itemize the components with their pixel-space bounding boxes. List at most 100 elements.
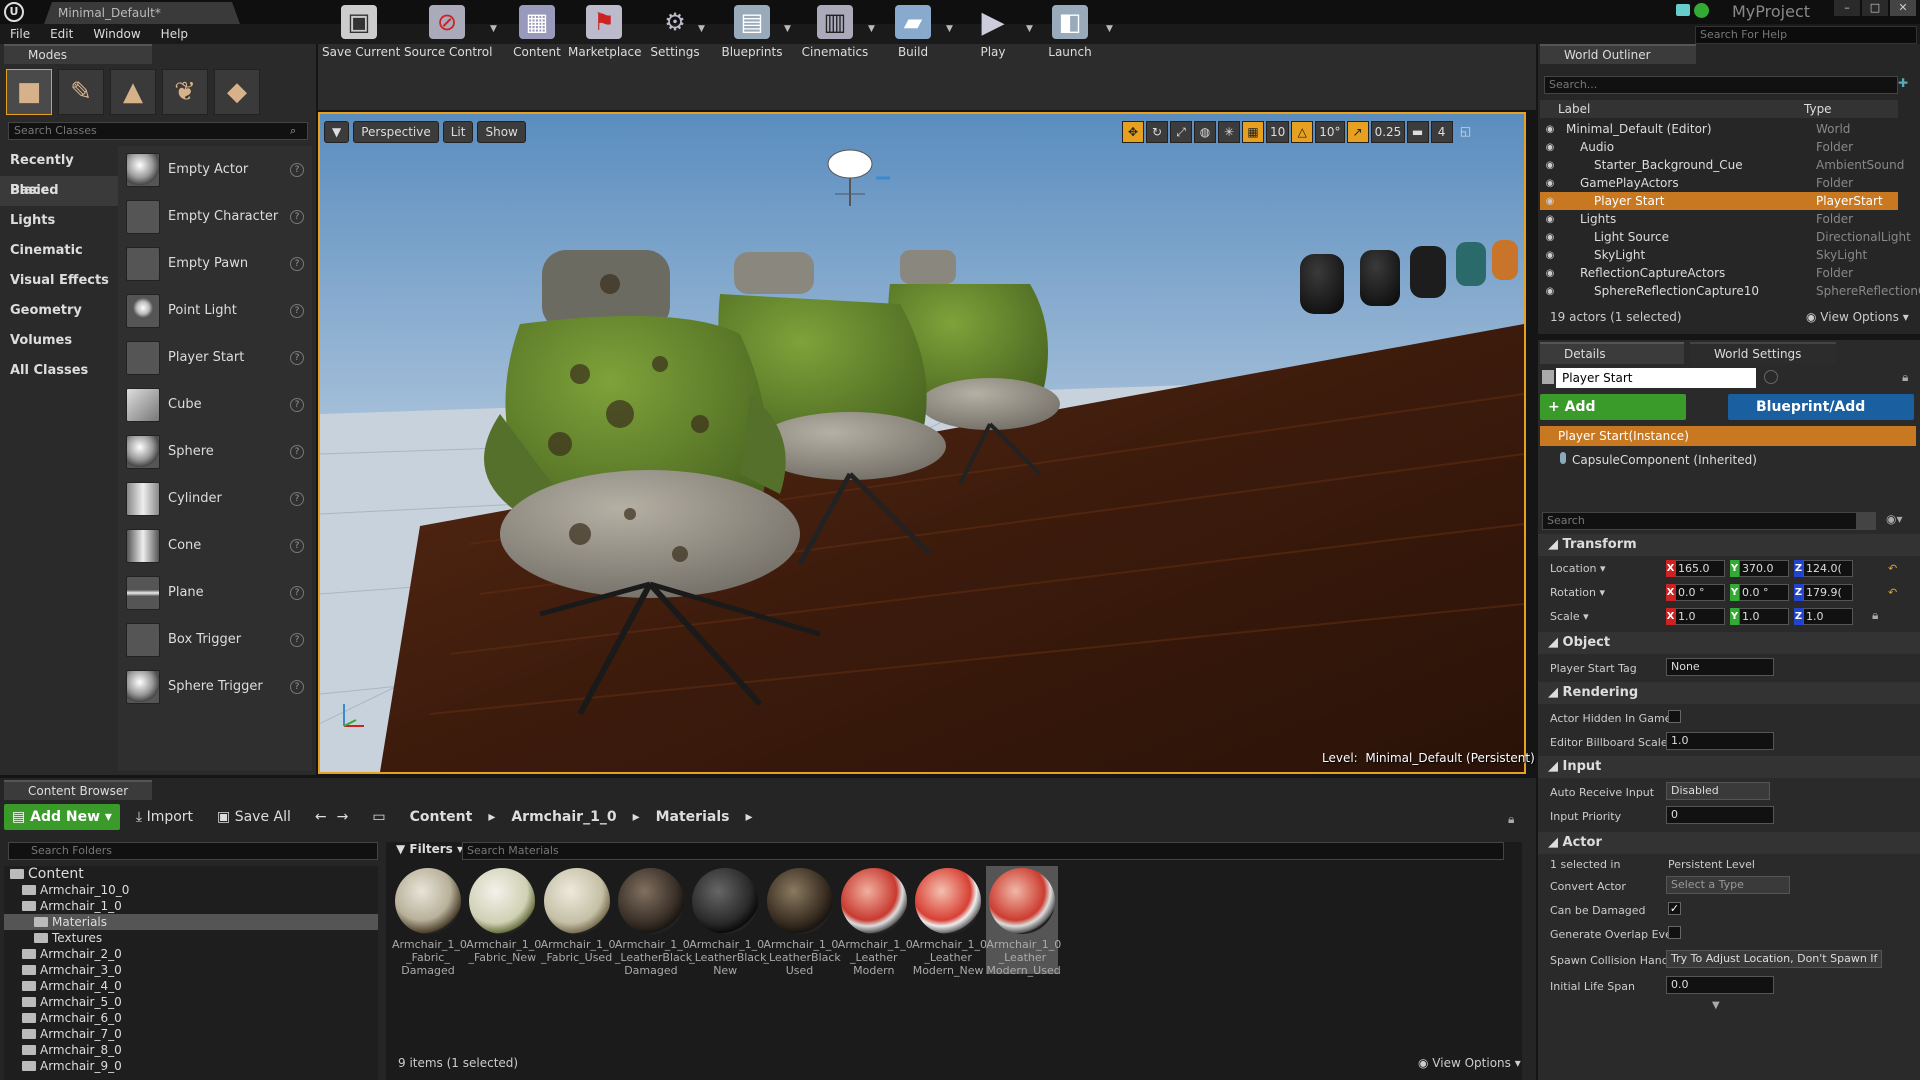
category-visual-effects[interactable]: Visual Effects (0, 266, 118, 296)
breadcrumb-materials[interactable]: Materials (656, 809, 730, 825)
location-y-field[interactable]: 370.0 (1739, 560, 1789, 577)
visibility-eye-icon[interactable]: ◉ (1540, 178, 1560, 189)
rotation-label[interactable]: Rotation ▾ (1550, 586, 1605, 599)
help-icon[interactable]: ? (290, 632, 304, 647)
outliner-row[interactable]: ◉ Audio Folder (1540, 138, 1898, 156)
add-new-button[interactable]: ▤ Add New ▾ (4, 804, 120, 830)
rotation-z-field[interactable]: 179.9( (1803, 584, 1853, 601)
rotation-y-field[interactable]: 0.0 ° (1739, 584, 1789, 601)
world-settings-tab[interactable]: World Settings (1690, 342, 1836, 364)
source-control-status-icon[interactable] (1694, 3, 1709, 18)
outliner-search-input[interactable]: Search... (1544, 76, 1898, 94)
build-dropdown-icon[interactable]: ▼ (946, 24, 953, 34)
rendering-section-header[interactable]: ◢ Rendering (1538, 682, 1920, 704)
actor-item[interactable]: Sphere? (118, 428, 312, 475)
rotate-icon[interactable]: ↻ (1146, 121, 1168, 143)
lit-button[interactable]: Lit (442, 121, 474, 143)
content-button[interactable]: ▦ Content (510, 3, 564, 63)
folder-item[interactable]: Content (4, 866, 378, 882)
outliner-row[interactable]: ◉ Minimal_Default (Editor) World (1540, 120, 1898, 138)
category-geometry[interactable]: Geometry (0, 296, 118, 326)
folder-item[interactable]: Armchair_7_0 (4, 1026, 378, 1042)
breadcrumb-armchair[interactable]: Armchair_1_0 (511, 809, 616, 825)
minimize-button[interactable]: – (1834, 0, 1860, 16)
material-asset-tile[interactable]: Armchair_1_0 _LeatherBlack Used (764, 866, 841, 977)
foliage-mode-icon[interactable]: ❦ (162, 69, 208, 115)
component-instance-row[interactable]: Player Start(Instance) (1540, 426, 1916, 446)
folder-item[interactable]: Textures (4, 930, 378, 946)
viewport-options-button[interactable]: ▼ (324, 121, 350, 143)
rotation-snap-value[interactable]: 10° (1315, 121, 1345, 143)
details-search-input[interactable]: Search (1542, 512, 1870, 530)
visibility-eye-icon[interactable]: ◉ (1540, 196, 1560, 207)
label-column-header[interactable]: Label (1558, 102, 1590, 116)
category-lights[interactable]: Lights (0, 206, 118, 236)
outliner-row[interactable]: ◉ ReflectionCaptureActors Folder (1540, 264, 1898, 282)
launch-button[interactable]: ◧ Launch (1042, 3, 1098, 63)
menu-help[interactable]: Help (151, 24, 198, 44)
outliner-row[interactable]: ◉ SphereReflectionCapture10 SphereReflecti… (1540, 282, 1920, 300)
auto-receive-input-dropdown[interactable]: Disabled (1666, 782, 1770, 800)
forward-arrow-icon[interactable]: → (329, 804, 357, 830)
actor-item[interactable]: Empty Pawn? (118, 240, 312, 287)
maximize-viewport-icon[interactable]: ◱ (1455, 121, 1477, 143)
content-browser-tab[interactable]: Content Browser (4, 780, 152, 800)
document-tab[interactable]: Minimal_Default* (44, 2, 240, 24)
source-control-dropdown-icon[interactable]: ▼ (490, 24, 497, 34)
search-classes-input[interactable]: Search Classes (8, 122, 308, 140)
maximize-button[interactable]: □ (1862, 0, 1888, 16)
scale-z-field[interactable]: 1.0 (1803, 608, 1853, 625)
search-materials-input[interactable]: Search Materials (462, 842, 1504, 860)
visibility-eye-icon[interactable]: ◉ (1540, 268, 1560, 279)
folder-item[interactable]: Armchair_2_0 (4, 946, 378, 962)
outliner-row[interactable]: ◉ Player Start PlayerStart (1540, 192, 1898, 210)
lock-scale-icon[interactable]: 🔒︎ (1872, 608, 1878, 623)
actor-hidden-checkbox[interactable] (1668, 710, 1681, 723)
save-all-button[interactable]: ▣ Save All (209, 804, 299, 830)
help-icon[interactable]: ? (290, 303, 304, 318)
blueprints-dropdown-icon[interactable]: ▼ (784, 24, 791, 34)
import-button[interactable]: ⤓ Import (128, 804, 201, 830)
visibility-eye-icon[interactable]: ◉ (1540, 124, 1560, 135)
folder-item[interactable]: Armchair_9_0 (4, 1058, 378, 1074)
scale-label[interactable]: Scale ▾ (1550, 610, 1589, 623)
landscape-mode-icon[interactable]: ▲ (110, 69, 156, 115)
add-component-button[interactable]: + Add Component ▾ (1540, 394, 1686, 441)
billboard-scale-field[interactable]: 1.0 (1666, 732, 1774, 750)
eye-icon[interactable]: ◉▾ (1886, 512, 1903, 526)
outliner-view-options-button[interactable]: ◉ View Options ▾ (1806, 310, 1909, 324)
folder-item[interactable]: Armchair_8_0 (4, 1042, 378, 1058)
rotation-x-field[interactable]: 0.0 ° (1675, 584, 1725, 601)
help-icon[interactable]: ? (290, 538, 304, 553)
can-be-damaged-checkbox[interactable]: ✓ (1668, 902, 1681, 915)
folder-item[interactable]: Armchair_5_0 (4, 994, 378, 1010)
search-folders-input[interactable]: Search Folders (8, 842, 378, 860)
material-asset-tile[interactable]: Armchair_1_0 _Fabric_ Damaged (392, 866, 467, 977)
convert-actor-dropdown[interactable]: Select a Type (1666, 876, 1790, 894)
blueprints-button[interactable]: ▤ Blueprints (716, 3, 788, 63)
material-asset-tile[interactable]: Armchair_1_0 _Leather Modern (838, 866, 913, 977)
settings-dropdown-icon[interactable]: ▼ (698, 24, 705, 34)
material-asset-tile[interactable]: Armchair_1_0 _LeatherBlack New (689, 866, 766, 977)
expand-advanced-icon[interactable]: ▼ (1712, 1000, 1720, 1011)
generate-overlap-checkbox[interactable] (1668, 926, 1681, 939)
reset-location-icon[interactable]: ↶ (1888, 562, 1897, 575)
actor-section-header[interactable]: ◢ Actor (1538, 832, 1920, 854)
actor-item[interactable]: Box Trigger? (118, 616, 312, 663)
scale-snap-value[interactable]: 0.25 (1370, 121, 1405, 143)
modes-tab[interactable]: Modes (4, 44, 152, 64)
actor-item[interactable]: Sphere Trigger? (118, 663, 312, 710)
help-icon[interactable]: ? (290, 491, 304, 506)
chat-icon[interactable] (1676, 4, 1690, 16)
scale-snap-icon[interactable]: ↗ (1346, 121, 1369, 143)
input-section-header[interactable]: ◢ Input (1538, 756, 1920, 778)
scale-y-field[interactable]: 1.0 (1739, 608, 1789, 625)
object-section-header[interactable]: ◢ Object (1538, 632, 1920, 654)
help-icon[interactable]: ? (290, 585, 304, 600)
capsule-component-row[interactable]: CapsuleComponent (Inherited) (1560, 452, 1757, 467)
category-cinematic[interactable]: Cinematic (0, 236, 118, 266)
launch-dropdown-icon[interactable]: ▼ (1106, 24, 1113, 34)
help-icon[interactable]: ? (290, 444, 304, 459)
outliner-row[interactable]: ◉ Light Source DirectionalLight (1540, 228, 1911, 246)
player-start-tag-field[interactable]: None (1666, 658, 1774, 676)
